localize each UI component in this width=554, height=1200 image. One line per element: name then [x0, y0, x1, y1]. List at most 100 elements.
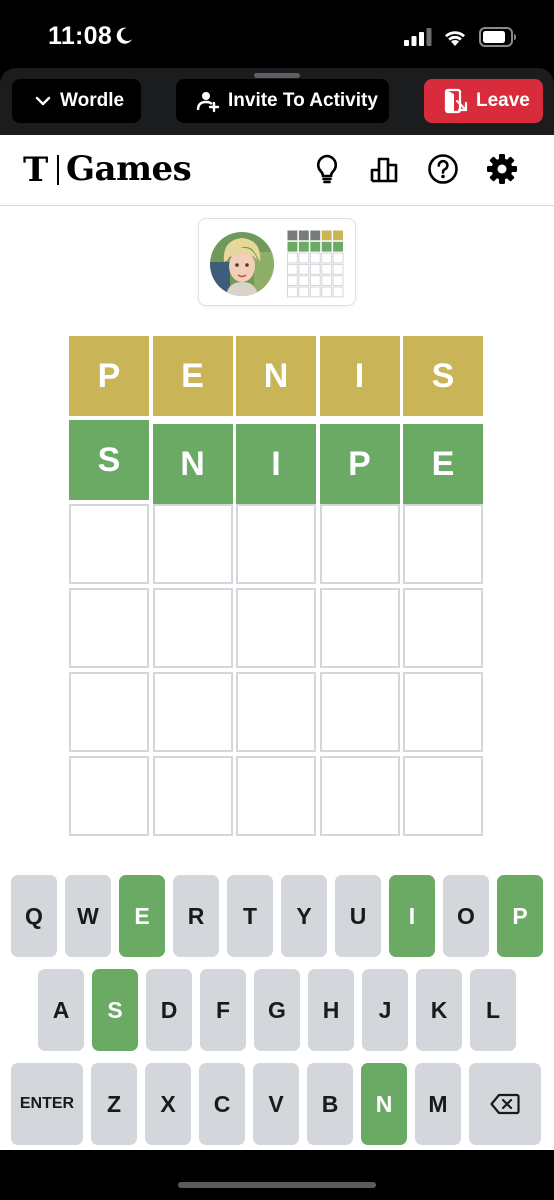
signal-icon	[404, 28, 432, 46]
key-k[interactable]: K	[416, 969, 462, 1051]
help-icon[interactable]	[427, 153, 459, 185]
mini-board-cell	[333, 241, 343, 252]
board-tile	[403, 672, 483, 752]
key-x[interactable]: X	[145, 1063, 191, 1145]
key-h[interactable]: H	[308, 969, 354, 1051]
key-d[interactable]: D	[146, 969, 192, 1051]
keyboard: Q W E R T Y U I O P A S D F G H J K L ENTER Z X C V B N M	[0, 862, 554, 1152]
key-c[interactable]: C	[199, 1063, 245, 1145]
board-tile	[236, 756, 316, 836]
key-l[interactable]: L	[470, 969, 516, 1051]
key-i[interactable]: I	[389, 875, 435, 957]
board-tile: N	[152, 424, 233, 504]
board-tile	[236, 504, 316, 584]
board-tile	[236, 672, 316, 752]
board-tile	[152, 672, 233, 752]
key-g[interactable]: G	[254, 969, 300, 1051]
board-tile: S	[403, 336, 483, 416]
mini-board-cell	[287, 252, 298, 264]
mini-board-cell	[321, 263, 333, 275]
mini-board-cell	[298, 263, 310, 275]
stats-icon[interactable]	[369, 153, 401, 185]
key-p[interactable]: P	[497, 875, 543, 957]
game-board: PENISSNIPE	[69, 336, 485, 838]
mini-board-cell	[298, 286, 310, 298]
board-tile	[152, 588, 233, 668]
mini-board-cell	[321, 230, 332, 241]
home-indicator[interactable]	[178, 1182, 376, 1188]
board-tile	[236, 588, 316, 668]
game-selector-button[interactable]: Wordle	[12, 79, 141, 123]
mini-board-cell	[298, 275, 310, 287]
board-tile	[152, 504, 233, 584]
leave-button[interactable]: Leave	[424, 79, 543, 123]
board-tile	[69, 504, 149, 584]
player-card[interactable]	[198, 218, 356, 306]
mini-board-cell	[332, 252, 344, 264]
mini-board-cell	[332, 275, 344, 287]
mini-board-cell	[310, 241, 321, 252]
game-area: PENISSNIPE Q W E R T Y U I O P A S D F G H J K L ENTER Z X C V B…	[0, 206, 554, 1150]
key-f[interactable]: F	[200, 969, 246, 1051]
key-j[interactable]: J	[362, 969, 408, 1051]
key-r[interactable]: R	[173, 875, 219, 957]
board-tile	[319, 504, 400, 584]
backspace-icon	[490, 1093, 520, 1115]
key-e[interactable]: E	[119, 875, 165, 957]
enter-key[interactable]: ENTER	[11, 1063, 83, 1145]
key-y[interactable]: Y	[281, 875, 327, 957]
mini-board-cell	[287, 230, 298, 241]
mini-board-cell	[321, 286, 333, 298]
chevron-down-icon	[35, 96, 51, 106]
key-q[interactable]: Q	[11, 875, 57, 957]
invite-to-activity-label: Invite To Activity	[228, 90, 378, 111]
gear-icon[interactable]	[486, 153, 518, 185]
lightbulb-icon[interactable]	[311, 153, 343, 185]
mini-board-cell	[287, 286, 298, 298]
mini-board-cell	[332, 286, 344, 298]
bottom-bar	[0, 1150, 554, 1200]
key-z[interactable]: Z	[91, 1063, 137, 1145]
mini-board-cell	[298, 252, 310, 264]
game-selector-label: Wordle	[60, 90, 125, 111]
mini-board-cell	[310, 230, 321, 241]
activity-bar: Wordle Invite To Activity Leave	[0, 68, 554, 135]
board-tile: I	[236, 424, 316, 504]
board-tile	[69, 756, 149, 836]
mini-board-cell	[332, 263, 344, 275]
key-w[interactable]: W	[65, 875, 111, 957]
board-tile	[403, 588, 483, 668]
key-o[interactable]: O	[443, 875, 489, 957]
leave-door-icon	[444, 88, 468, 114]
key-m[interactable]: M	[415, 1063, 461, 1145]
key-u[interactable]: U	[335, 875, 381, 957]
backspace-key[interactable]	[469, 1063, 541, 1145]
board-tile: N	[236, 336, 316, 416]
player-avatar	[210, 232, 274, 296]
key-a[interactable]: A	[38, 969, 84, 1051]
key-s[interactable]: S	[92, 969, 138, 1051]
key-v[interactable]: V	[253, 1063, 299, 1145]
mini-board-cell	[298, 241, 309, 252]
games-header: T Games	[0, 135, 554, 206]
board-tile	[319, 588, 400, 668]
board-tile	[152, 756, 233, 836]
mini-board-preview	[287, 230, 344, 298]
status-time: 11:08	[48, 22, 113, 50]
invite-to-activity-button[interactable]: Invite To Activity	[176, 79, 389, 123]
key-b[interactable]: B	[307, 1063, 353, 1145]
battery-icon	[479, 27, 516, 47]
mini-board-cell	[309, 286, 321, 298]
key-t[interactable]: T	[227, 875, 273, 957]
board-tile: P	[69, 336, 149, 416]
mini-board-cell	[298, 230, 309, 241]
board-tile: E	[403, 424, 483, 504]
brand-title[interactable]: Games	[66, 149, 192, 189]
key-n[interactable]: N	[361, 1063, 407, 1145]
board-tile: P	[319, 424, 400, 504]
wifi-icon	[445, 31, 465, 46]
moon-icon	[116, 27, 132, 44]
nyt-logo[interactable]: T	[23, 152, 48, 188]
drag-handle[interactable]	[254, 73, 300, 78]
board-tile	[319, 756, 400, 836]
